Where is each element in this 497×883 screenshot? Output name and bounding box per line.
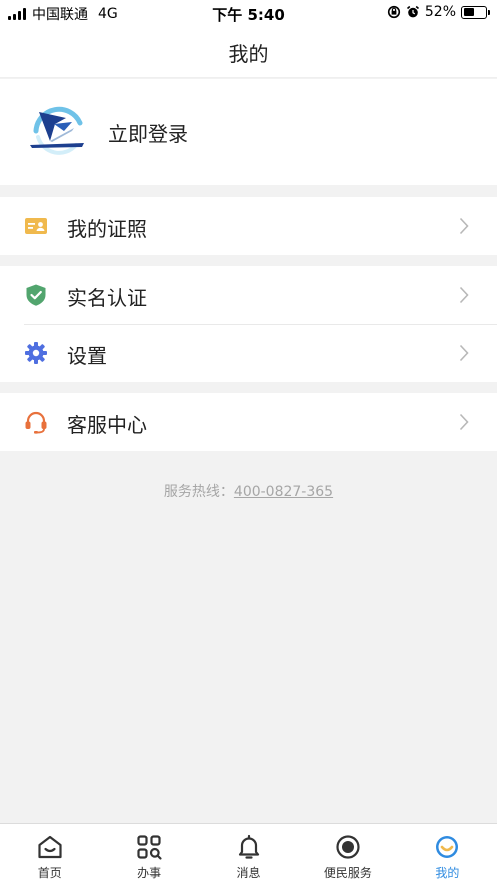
tab-label-affairs: 办事 xyxy=(137,866,162,880)
shield-check-icon xyxy=(26,284,46,306)
bell-icon xyxy=(238,834,259,859)
smile-face-icon xyxy=(436,836,459,858)
chevron-right-icon xyxy=(459,217,469,235)
nav-bar: 我的 xyxy=(0,26,497,78)
hotline-phone-link[interactable]: 400-0827-365 xyxy=(234,484,333,500)
login-link[interactable]: 立即登录 xyxy=(108,118,188,147)
tab-label-services: 便民服务 xyxy=(323,866,372,880)
hotline-label: 服务热线： xyxy=(163,484,234,500)
chevron-right-icon xyxy=(459,413,469,431)
chevron-right-icon xyxy=(459,286,469,304)
tab-label-mine: 我的 xyxy=(435,866,460,880)
app-logo-avatar xyxy=(30,106,84,155)
menu-group-service: 客服中心 xyxy=(0,393,497,451)
tab-label-home: 首页 xyxy=(37,866,62,880)
record-icon xyxy=(336,835,360,859)
menu-item-realname[interactable]: 实名认证 xyxy=(0,266,497,324)
tab-messages[interactable]: 消息 xyxy=(199,824,298,883)
menu-label-settings: 设置 xyxy=(67,344,107,368)
tab-mine[interactable]: 我的 xyxy=(398,824,497,883)
home-icon xyxy=(38,835,62,859)
orientation-lock-icon xyxy=(387,5,400,19)
gear-icon xyxy=(25,342,47,364)
bottom-tab-bar: 首页 办事 消息 便民服务 我的 xyxy=(0,823,497,883)
battery-percent: 52% xyxy=(424,4,456,20)
battery-icon xyxy=(461,5,490,19)
headset-icon xyxy=(25,411,47,434)
menu-group-account: 实名认证 设置 xyxy=(0,266,497,382)
battery-fill xyxy=(463,8,475,16)
grid-search-icon xyxy=(137,835,162,860)
service-hotline: 服务热线：400-0827-365 xyxy=(0,481,497,501)
status-bar: 中国联通 4G 下午 5:40 52% xyxy=(0,0,497,26)
status-right: 52% xyxy=(387,4,490,20)
menu-item-certificates[interactable]: 我的证照 xyxy=(0,197,497,255)
chevron-right-icon xyxy=(459,344,469,362)
page-title: 我的 xyxy=(228,42,269,66)
menu-label-realname: 实名认证 xyxy=(67,286,147,310)
login-card[interactable]: 立即登录 xyxy=(0,79,497,185)
tab-affairs[interactable]: 办事 xyxy=(99,824,198,883)
menu-group-certificates: 我的证照 xyxy=(0,197,497,255)
menu-item-settings[interactable]: 设置 xyxy=(0,324,497,382)
alarm-icon xyxy=(406,5,419,18)
menu-item-service[interactable]: 客服中心 xyxy=(0,393,497,451)
id-card-icon xyxy=(25,218,47,234)
menu-label-certificates: 我的证照 xyxy=(67,217,147,241)
menu-label-service: 客服中心 xyxy=(67,413,147,437)
tab-label-messages: 消息 xyxy=(236,866,261,880)
tab-services[interactable]: 便民服务 xyxy=(298,824,397,883)
tab-home[interactable]: 首页 xyxy=(0,824,99,883)
